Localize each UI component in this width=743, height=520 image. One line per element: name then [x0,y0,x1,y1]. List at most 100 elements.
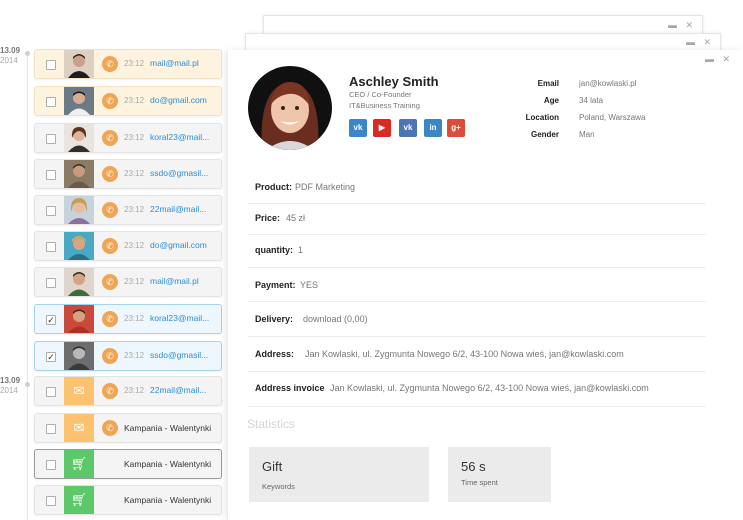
timeline-line [27,52,28,520]
avatar [64,232,94,260]
detail-row-address-invoice: Address invoice Jan Kowlaski, ul. Zygmun… [248,372,706,407]
row-checkbox[interactable] [46,60,56,70]
folder-icon[interactable]: ▬ [686,37,698,47]
row-email-link[interactable]: 22mail@mail... [150,204,206,214]
phone-icon[interactable]: ✆ [102,420,118,436]
list-item[interactable]: ✆ 23:12 mail@mail.pl [34,49,222,79]
row-email-link[interactable]: mail@mail.pl [150,276,199,286]
avatar [64,268,94,296]
list-item[interactable]: ✉ ✆ Kampania - Walentynki [34,413,222,443]
list-item[interactable]: ✆ 23:12 ssdo@gmasil... [34,159,222,189]
avatar [64,196,94,224]
list-item[interactable]: ✉ ✆ 23:12 22mail@mail... [34,376,222,406]
stat-card-time-spent: 56 s Time spent [448,447,551,502]
avatar [64,160,94,188]
detail-value: Jan Kowlaski, ul. Zygmunta Nowego 6/2, 4… [305,349,624,359]
mail-tile: ✉ [64,377,94,405]
avatar [64,124,94,152]
avatar [64,305,94,333]
row-checkbox[interactable] [46,278,56,288]
phone-icon[interactable]: ✆ [102,93,118,109]
folder-icon[interactable]: ▬ [705,54,717,64]
row-checkbox[interactable] [46,170,56,180]
info-value-location: Poland, Warszawa [579,113,646,122]
detail-label: Address invoice [255,383,325,393]
phone-icon[interactable]: ✆ [102,348,118,364]
crm-screen: 13.09 2014 13.09 2014 ✆ 23:12 mail@mail.… [0,0,743,520]
detail-label: quantity: [255,245,293,255]
phone-icon[interactable]: ✆ [102,130,118,146]
row-checkbox[interactable] [46,496,56,506]
google-plus-icon[interactable]: g+ [447,119,465,137]
row-checkbox[interactable] [46,387,56,397]
timeline-date: 13.09 2014 [0,376,28,396]
close-icon[interactable]: ✕ [703,37,714,47]
youtube-icon[interactable]: ▶ [373,119,391,137]
campaign-name: Kampania - Walentynki [124,459,212,469]
vk-icon[interactable]: vk [399,119,417,137]
row-checkbox[interactable] [46,134,56,144]
date-year: 2014 [0,56,18,65]
detail-row-delivery: Delivery: download (0,00) [248,302,706,337]
stat-value: 56 s [461,459,486,474]
phone-icon[interactable]: ✆ [102,383,118,399]
row-checkbox[interactable] [46,206,56,216]
row-time: 23:12 [124,241,145,250]
row-time: 23:12 [124,169,145,178]
avatar [64,342,94,370]
stat-label: Keywords [262,482,295,491]
detail-row-payment: Payment: YES [248,268,706,302]
profile-photo [248,66,332,150]
row-checkbox[interactable]: ✓ [46,315,56,325]
row-email-link[interactable]: koral23@mail... [150,313,209,323]
list-item[interactable]: 🛒︎ Kampania - Walentynki [34,485,222,515]
row-email-link[interactable]: do@gmail.com [150,95,207,105]
cart-icon: 🛒︎ [70,456,88,471]
cart-tile: 🛒︎ [64,486,94,514]
row-checkbox[interactable] [46,424,56,434]
row-email-link[interactable]: 22mail@mail... [150,385,206,395]
list-item[interactable]: ✓ ✆ 23:12 koral23@mail... [34,304,222,334]
row-email-link[interactable]: do@gmail.com [150,240,207,250]
list-item[interactable]: ✆ 23:12 koral23@mail... [34,123,222,153]
phone-icon[interactable]: ✆ [102,274,118,290]
row-time: 23:12 [124,133,145,142]
row-email-link[interactable]: mail@mail.pl [150,58,199,68]
window-controls: ▬ ✕ [705,54,733,65]
list-item[interactable]: ✆ 23:12 22mail@mail... [34,195,222,225]
row-checkbox[interactable] [46,460,56,470]
vk-icon[interactable]: vk [349,119,367,137]
row-email-link[interactable]: koral23@mail... [150,132,209,142]
cart-icon: 🛒︎ [70,492,88,507]
row-checkbox[interactable]: ✓ [46,352,56,362]
info-value-email: jan@kowlaski.pl [579,79,637,88]
row-email-link[interactable]: ssdo@gmasil... [150,350,208,360]
detail-row-address: Address: Jan Kowlaski, ul. Zygmunta Nowe… [248,337,706,372]
phone-icon[interactable]: ✆ [102,238,118,254]
list-item[interactable]: ✆ 23:12 do@gmail.com [34,86,222,116]
detail-value: 45 zł [286,213,306,223]
avatar [64,87,94,115]
phone-icon[interactable]: ✆ [102,311,118,327]
campaign-name: Kampania - Walentynki [124,423,212,433]
list-item[interactable]: ✓ ✆ 23:12 ssdo@gmasil... [34,341,222,371]
row-time: 23:12 [124,314,145,323]
list-item[interactable]: ✆ 23:12 do@gmail.com [34,231,222,261]
row-email-link[interactable]: ssdo@gmasil... [150,168,208,178]
detail-label: Product: [255,182,292,192]
info-label-location: Location [525,113,559,122]
phone-icon[interactable]: ✆ [102,56,118,72]
close-icon[interactable]: ✕ [722,54,733,64]
linkedin-icon[interactable]: in [424,119,442,137]
close-icon[interactable]: ✕ [685,20,696,30]
row-time: 23:12 [124,96,145,105]
profile-role: CEO / Co-Founder [349,90,412,99]
folder-icon[interactable]: ▬ [668,20,680,30]
list-item[interactable]: ✆ 23:12 mail@mail.pl [34,267,222,297]
phone-icon[interactable]: ✆ [102,202,118,218]
list-item[interactable]: 🛒︎ Kampania - Walentynki [34,449,222,479]
phone-icon[interactable]: ✆ [102,166,118,182]
row-checkbox[interactable] [46,242,56,252]
row-checkbox[interactable] [46,97,56,107]
detail-row-quantity: quantity: 1 [248,235,706,268]
